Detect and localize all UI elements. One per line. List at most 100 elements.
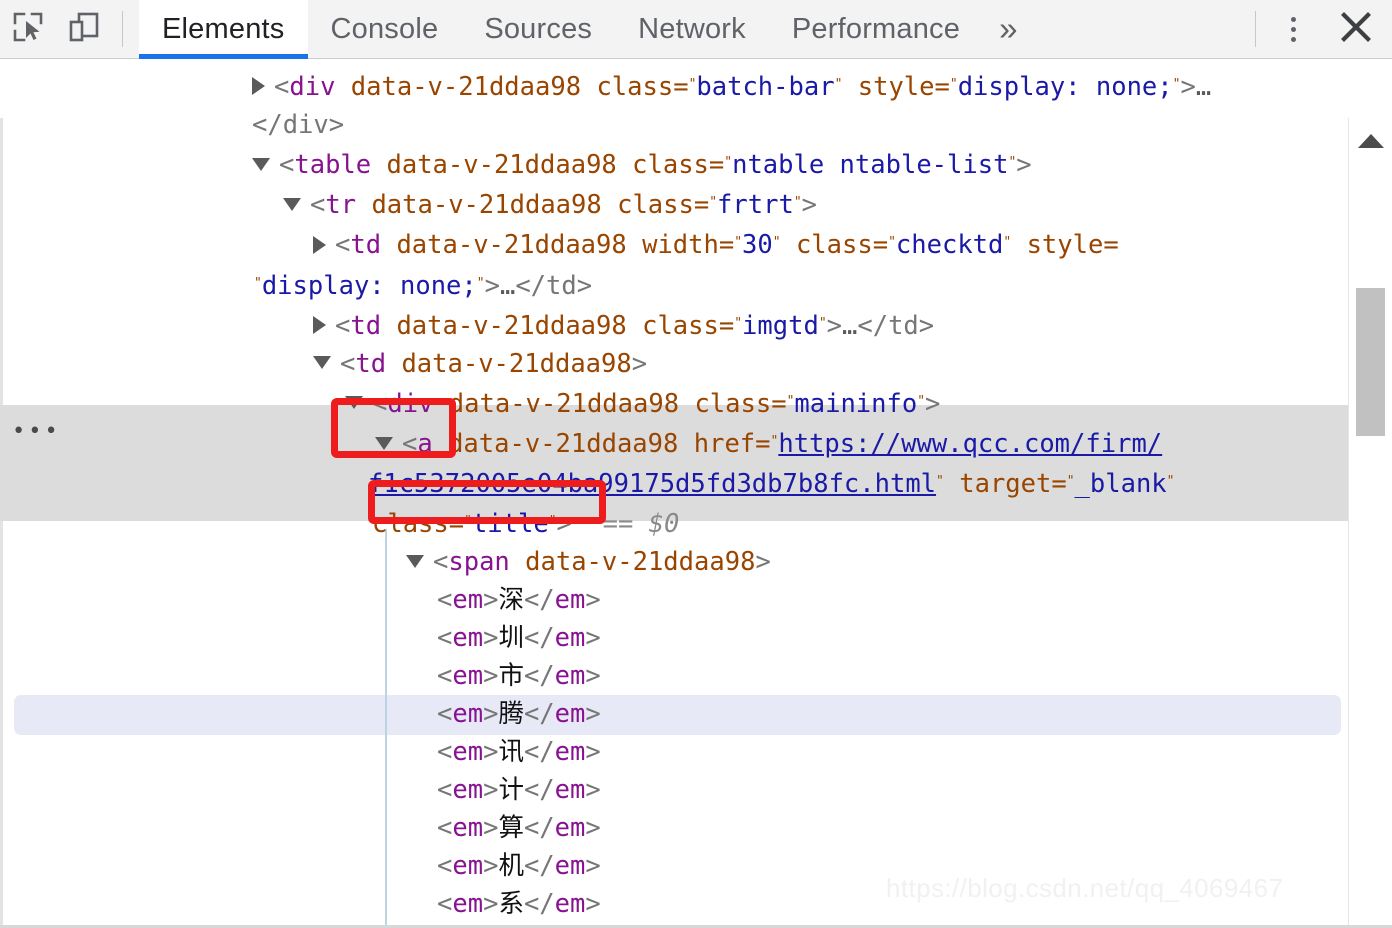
dom-node-td-main[interactable]: <td data-v-21ddaa98> xyxy=(0,345,1348,383)
attr-class-value: batch-bar xyxy=(696,72,835,103)
attr-width-value: 30 xyxy=(742,230,773,261)
chevron-double-right-icon: » xyxy=(999,10,1018,47)
more-tabs-button[interactable]: » xyxy=(983,0,1034,59)
collapse-triangle-icon[interactable] xyxy=(406,554,424,568)
attr-class-name: class xyxy=(795,230,873,261)
collapse-triangle-icon[interactable] xyxy=(283,197,301,211)
dom-node-anchor-class-wrap[interactable]: class="title"> == $0 xyxy=(0,503,1348,543)
dom-node-tr[interactable]: <tr data-v-21ddaa98 class="frtrt"> xyxy=(0,184,1348,224)
em-text-content: 算 xyxy=(498,813,524,844)
attr-href-name: href xyxy=(693,429,756,460)
dom-node-anchor-title[interactable]: <a data-v-21ddaa98 href="https://www.qcc… xyxy=(0,423,1348,463)
tag-name: em xyxy=(554,737,586,768)
tag-name: td xyxy=(350,230,382,261)
scroll-up-arrow-icon xyxy=(1357,134,1384,148)
attr-class-value: imgtd xyxy=(742,310,819,341)
dom-node-em[interactable]: <em>深</em> xyxy=(0,581,1348,619)
collapse-triangle-icon[interactable] xyxy=(345,396,363,410)
attr-style-value: display: none; xyxy=(957,72,1173,103)
collapse-triangle-icon[interactable] xyxy=(313,356,331,370)
href-link-part2[interactable]: f1c5372005e04ba99175d5fd3db7b8fc.html xyxy=(368,469,936,499)
tab-elements[interactable]: Elements xyxy=(139,0,308,59)
dom-tree[interactable]: ••• <div data-v-21ddaa98 class="batch-ba… xyxy=(0,59,1348,928)
dom-node-span[interactable]: <span data-v-21ddaa98> xyxy=(0,543,1348,581)
dom-node-batch-bar[interactable]: <div data-v-21ddaa98 class="batch-bar" s… xyxy=(0,66,1348,106)
customize-menu-button[interactable] xyxy=(1266,1,1320,57)
attr-target-name: target xyxy=(959,469,1052,500)
angle-close: > xyxy=(483,889,499,920)
tab-sources-label: Sources xyxy=(484,12,593,45)
angle-close: > xyxy=(585,775,601,806)
tag-name: em xyxy=(554,585,586,616)
vue-scope-attr: data-v-21ddaa98 xyxy=(396,230,627,261)
dom-node-td-imgtd[interactable]: <td data-v-21ddaa98 class="imgtd">…</td> xyxy=(0,305,1348,345)
scroll-up-button[interactable] xyxy=(1349,118,1392,164)
em-text-content: 讯 xyxy=(498,737,524,768)
tag-name: em xyxy=(554,889,586,920)
tag-name: em xyxy=(452,661,484,692)
dom-node-div-close[interactable]: </div> xyxy=(0,106,1348,144)
attr-class-name: class xyxy=(372,509,449,540)
dom-node-em[interactable]: <em>计</em> xyxy=(0,771,1348,809)
tab-network[interactable]: Network xyxy=(615,0,769,59)
closing-tag-em: </ xyxy=(523,623,555,654)
tab-performance[interactable]: Performance xyxy=(769,0,983,59)
dom-node-em[interactable]: <em>讯</em> xyxy=(0,733,1348,771)
angle-close: > xyxy=(483,813,499,844)
dom-tree-scrollbar[interactable] xyxy=(1348,118,1392,928)
dom-node-em[interactable]: <em>算</em> xyxy=(0,809,1348,847)
tab-console-label: Console xyxy=(330,12,439,45)
angle-open: < xyxy=(437,851,453,882)
vertical-dots-icon xyxy=(1290,16,1296,22)
collapse-triangle-icon[interactable] xyxy=(375,436,393,450)
tab-sources[interactable]: Sources xyxy=(461,0,615,59)
em-text-content: 机 xyxy=(498,851,524,882)
href-link-part1[interactable]: https://www.qcc.com/firm/ xyxy=(778,429,1162,459)
dom-node-em[interactable]: <em>市</em> xyxy=(0,657,1348,695)
dom-node-div-maininfo[interactable]: <div data-v-21ddaa98 class="maininfo"> xyxy=(0,383,1348,423)
expand-triangle-icon[interactable] xyxy=(252,77,265,96)
scrollbar-thumb[interactable] xyxy=(1356,288,1385,436)
inspect-element-button[interactable] xyxy=(0,1,56,57)
dom-node-anchor-href-wrap[interactable]: f1c5372005e04ba99175d5fd3db7b8fc.html" t… xyxy=(0,463,1348,503)
em-text-content: 圳 xyxy=(498,623,524,654)
closing-tag-em: </ xyxy=(523,851,555,882)
dom-node-table[interactable]: <table data-v-21ddaa98 class="ntable nta… xyxy=(0,144,1348,184)
angle-close: > xyxy=(585,889,601,920)
vue-scope-attr: data-v-21ddaa98 xyxy=(401,348,632,379)
attr-class-name: class xyxy=(617,190,694,221)
close-devtools-button[interactable] xyxy=(1320,1,1392,57)
attr-style-value: display: none; xyxy=(261,270,477,301)
console-selection-ref: == $0 xyxy=(602,509,680,540)
tag-name: em xyxy=(452,889,484,920)
expand-triangle-icon[interactable] xyxy=(313,315,326,334)
dom-node-em[interactable]: <em>统</em> xyxy=(0,923,1348,928)
attr-class-name: class xyxy=(694,388,772,419)
angle-close: > xyxy=(585,851,601,882)
closing-tag-em: </ xyxy=(523,737,555,768)
device-toolbar-button[interactable] xyxy=(56,1,112,57)
closing-tag-em: </ xyxy=(523,585,555,616)
closing-tag-em: </ xyxy=(523,813,555,844)
closing-tag-td: </td> xyxy=(515,270,593,301)
em-text-content: 市 xyxy=(498,661,524,692)
attr-style-name: style xyxy=(1026,230,1104,261)
angle-close: > xyxy=(483,623,499,654)
angle-open: < xyxy=(437,661,453,692)
vue-scope-attr: data-v-21ddaa98 xyxy=(396,310,627,341)
angle-close: > xyxy=(483,699,499,730)
dom-node-td-checktd[interactable]: <td data-v-21ddaa98 width="30" class="ch… xyxy=(0,224,1348,264)
tab-console[interactable]: Console xyxy=(308,0,462,59)
tag-name: span xyxy=(448,547,510,578)
angle-close: > xyxy=(483,775,499,806)
dom-node-td-checktd-wrap[interactable]: "display: none;">…</td> xyxy=(0,265,1348,305)
dom-node-em[interactable]: <em>腾</em> xyxy=(0,695,1348,733)
collapsed-content-ellipsis: … xyxy=(1195,72,1212,103)
dom-node-em[interactable]: <em>圳</em> xyxy=(0,619,1348,657)
expand-triangle-icon[interactable] xyxy=(313,235,326,254)
vue-scope-attr: data-v-21ddaa98 xyxy=(350,72,582,103)
collapse-triangle-icon[interactable] xyxy=(252,157,270,171)
tag-name: em xyxy=(554,661,586,692)
em-text-content: 系 xyxy=(498,889,524,920)
vue-scope-attr: data-v-21ddaa98 xyxy=(448,388,680,419)
